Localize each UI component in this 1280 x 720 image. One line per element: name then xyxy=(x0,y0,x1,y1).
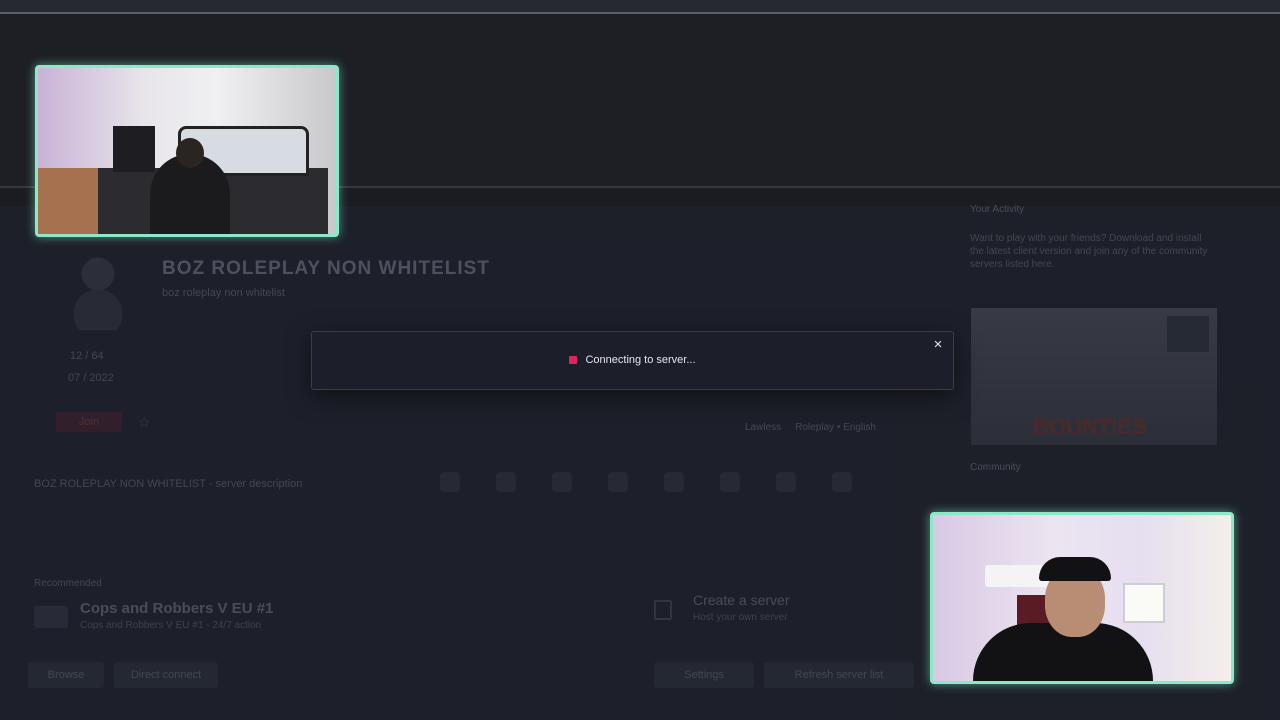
server-list-logo xyxy=(34,606,68,628)
resource-icon xyxy=(776,472,796,492)
cam-person-cap xyxy=(1039,557,1111,581)
server-tags: Lawless Roleplay • English xyxy=(745,422,876,433)
refresh-button[interactable]: Refresh server list xyxy=(764,662,914,688)
webcam-overlay-face xyxy=(930,512,1234,684)
game-logo xyxy=(1167,316,1209,352)
cam-window xyxy=(1123,583,1165,623)
resource-icon xyxy=(720,472,740,492)
resource-icon xyxy=(496,472,516,492)
server-date: 07 / 2022 xyxy=(68,372,114,384)
create-server-icon xyxy=(654,600,672,620)
cam-person-head xyxy=(176,138,204,168)
window-edge xyxy=(0,0,1280,14)
sidebar-text: Want to play with your friends? Download… xyxy=(970,233,1208,270)
server-logo xyxy=(62,250,134,330)
status-text: Connecting to server... xyxy=(585,354,696,366)
server-description: BOZ ROLEPLAY NON WHITELIST - server desc… xyxy=(34,478,303,490)
sidebar-heading: Your Activity xyxy=(970,204,1025,215)
loading-icon xyxy=(569,356,578,364)
server-list-item-title[interactable]: Cops and Robbers V EU #1 xyxy=(80,600,273,617)
server-players: 12 / 64 xyxy=(70,350,104,362)
resource-icon xyxy=(552,472,572,492)
promo-banner[interactable]: BOUNTIES xyxy=(971,308,1217,445)
section-label: Recommended xyxy=(34,578,102,589)
resource-icon xyxy=(832,472,852,492)
create-server-sub: Host your own server xyxy=(693,612,788,623)
star-icon[interactable]: ☆ xyxy=(138,414,151,431)
connection-status: Connecting to server... xyxy=(312,354,953,366)
cam-pc xyxy=(113,126,155,172)
server-subtitle: boz roleplay non whitelist xyxy=(162,287,285,299)
resource-icon xyxy=(440,472,460,492)
browse-button[interactable]: Browse xyxy=(28,662,104,688)
close-icon[interactable]: × xyxy=(931,337,945,352)
tag: Roleplay • English xyxy=(795,422,876,433)
connecting-dialog: Connecting to server... × xyxy=(311,331,954,390)
sidebar-heading-2: Community xyxy=(970,462,1021,473)
server-title: BOZ ROLEPLAY NON WHITELIST xyxy=(162,258,490,279)
promo-title: BOUNTIES xyxy=(1033,414,1147,439)
tag: Lawless xyxy=(745,422,782,433)
webcam-overlay-room xyxy=(35,65,339,237)
resource-icon xyxy=(608,472,628,492)
resource-icons xyxy=(440,472,852,492)
resource-icon xyxy=(664,472,684,492)
create-server-title[interactable]: Create a server xyxy=(693,592,789,608)
join-button[interactable]: Join xyxy=(56,412,122,432)
settings-button[interactable]: Settings xyxy=(654,662,754,688)
direct-connect-button[interactable]: Direct connect xyxy=(114,662,218,688)
server-list-item-sub: Cops and Robbers V EU #1 - 24/7 action xyxy=(80,620,262,631)
